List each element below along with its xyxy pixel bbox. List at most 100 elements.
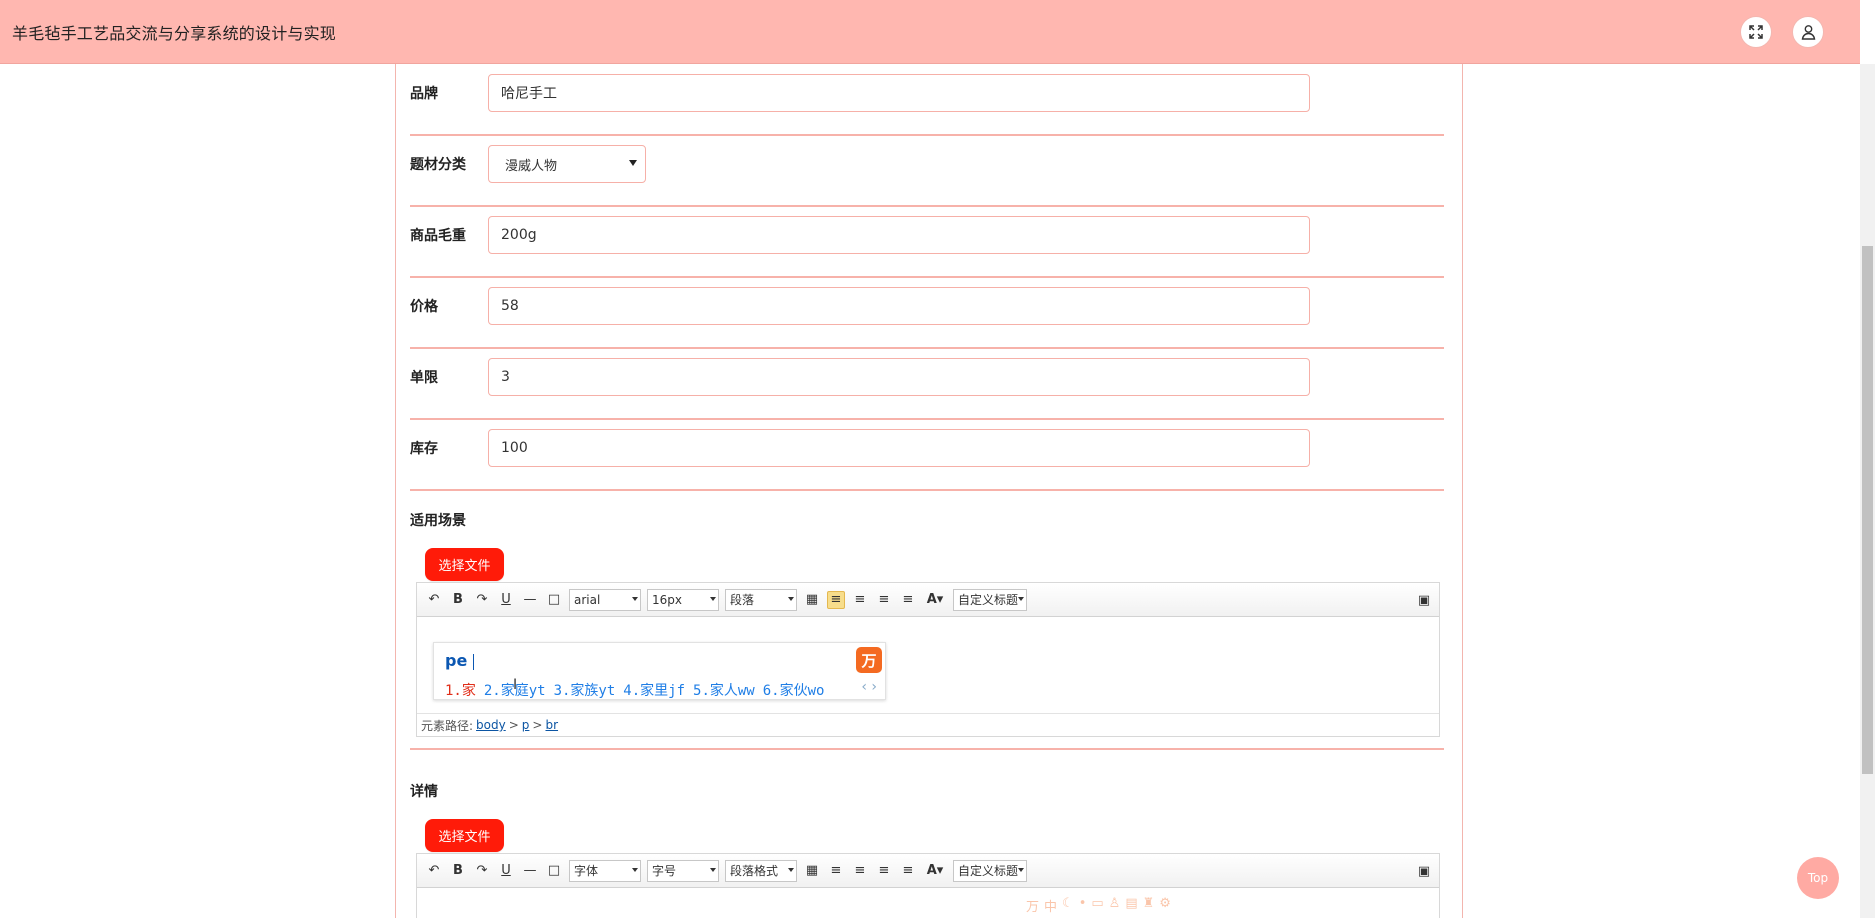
price-label: 价格 [410, 299, 438, 315]
chevron-down-icon [788, 596, 794, 601]
redo-icon[interactable]: ↷ [473, 862, 491, 880]
align-justify-icon[interactable]: ≡ [899, 862, 917, 880]
chevron-down-icon [710, 596, 716, 601]
custom-title-select[interactable]: 自定义标题 [953, 859, 1027, 882]
user-icon-svg [1801, 24, 1815, 40]
scene-file-button[interactable]: 选择文件 [425, 548, 504, 581]
redo-icon[interactable]: ↷ [473, 591, 491, 609]
ime-candidates: 1.家 2.家庭yt 3.家族yt 4.家里jf 5.家人ww 6.家伙wo [445, 680, 824, 700]
scene-editor-content[interactable]: pe I 万 1.家 2.家庭yt 3.家族yt 4.家里jf 5.家人ww 6… [417, 617, 1439, 736]
element-path-bar: 元素路径: body > p > br [417, 713, 1439, 736]
keyboard-icon: ▭ [1091, 896, 1104, 911]
category-selected-value: 漫威人物 [505, 158, 558, 174]
ime-candidate[interactable]: 1.家 [445, 680, 476, 700]
custom-title-select[interactable]: 自定义标题 [953, 588, 1027, 611]
horizontal-rule-icon[interactable]: — [521, 591, 539, 609]
align-left-icon[interactable]: ≡ [827, 862, 845, 880]
font-size-select[interactable]: 字号 [647, 859, 719, 882]
ime-status-toolbar: 万 中 ☾ • ▭ ♙ ▤ ♜ ⚙ [1026, 896, 1171, 915]
font-size-value: 16px [652, 592, 682, 607]
limit-label: 单限 [410, 370, 438, 386]
underline-icon[interactable]: U [497, 862, 515, 880]
paragraph-value: 段落格式 [730, 864, 779, 878]
ime-candidate[interactable]: 5.家人ww [693, 680, 755, 700]
bold-icon[interactable]: B [449, 591, 467, 609]
paragraph-select[interactable]: 段落 [725, 588, 797, 611]
chevron-down-icon [710, 867, 716, 872]
preview-icon[interactable]: ▣ [1415, 591, 1433, 609]
font-color-icon[interactable]: A ▾ [923, 591, 947, 609]
paragraph-value: 段落 [730, 593, 755, 607]
align-justify-icon[interactable]: ≡ [899, 591, 917, 609]
details-editor-content[interactable]: 万 中 ☾ • ▭ ♙ ▤ ♜ ⚙ [417, 888, 1439, 918]
font-family-value: arial [574, 592, 601, 607]
ime-candidate-window: pe I 万 1.家 2.家庭yt 3.家族yt 4.家里jf 5.家人ww 6… [433, 642, 886, 700]
paragraph-select[interactable]: 段落格式 [725, 859, 797, 882]
limit-input[interactable]: 3 [488, 358, 1310, 396]
expand-icon[interactable] [1740, 16, 1772, 48]
font-size-value: 字号 [652, 864, 677, 878]
align-center-icon[interactable]: ≡ [875, 862, 893, 880]
user-icon: ♙ [1108, 896, 1121, 911]
custom-title-value: 自定义标题 [958, 593, 1019, 607]
punctuation-icon: • [1078, 896, 1087, 911]
align-right-icon[interactable]: ≡ [851, 862, 869, 880]
weight-input[interactable]: 200g [488, 216, 1310, 254]
details-label: 详情 [410, 784, 438, 800]
ime-candidate[interactable]: 6.家伙wo [763, 680, 825, 700]
path-body-link[interactable]: body [476, 718, 506, 732]
undo-icon[interactable]: ↶ [425, 591, 443, 609]
app-title: 羊毛毡手工艺品交流与分享系统的设计与实现 [12, 23, 337, 43]
ime-candidate[interactable]: 2.家庭yt [484, 680, 546, 700]
stock-label: 库存 [410, 441, 438, 457]
stock-field: 库存 100 [410, 429, 1444, 491]
page-scrollbar[interactable] [1860, 64, 1875, 918]
ime-candidate[interactable]: 3.家族yt [554, 680, 616, 700]
font-size-select[interactable]: 16px [647, 588, 719, 611]
font-color-icon[interactable]: A ▾ [923, 862, 947, 880]
chevron-down-icon [1018, 596, 1024, 601]
details-rich-editor[interactable]: ↶ B ↷ U — □ 字体 字号 段落格式 ▦ ≡ ≡ ≡ ≡ A ▾ 自定义… [416, 853, 1440, 918]
form-container: 品牌 哈尼手工 题材分类 漫威人物 商品毛重 200g 价格 58 单限 3 库… [395, 64, 1463, 918]
top-navbar: 羊毛毡手工艺品交流与分享系统的设计与实现 [0, 0, 1860, 64]
ime-candidate[interactable]: 4.家里jf [623, 680, 685, 700]
path-separator: > [508, 718, 519, 732]
align-center-icon[interactable]: ≡ [875, 591, 893, 609]
align-left-icon[interactable]: ≡ [827, 590, 845, 609]
preview-icon[interactable]: ▣ [1415, 862, 1433, 880]
user-icon[interactable] [1792, 16, 1824, 48]
category-select[interactable]: 漫威人物 [488, 145, 646, 183]
font-family-select[interactable]: 字体 [569, 859, 641, 882]
ime-page-arrows[interactable]: ‹ › [861, 679, 877, 695]
align-right-icon[interactable]: ≡ [851, 591, 869, 609]
horizontal-rule-icon[interactable]: — [521, 862, 539, 880]
skin-icon: ♜ [1142, 896, 1155, 911]
undo-icon[interactable]: ↶ [425, 862, 443, 880]
details-file-button[interactable]: 选择文件 [425, 819, 504, 852]
path-p-link[interactable]: p [522, 718, 530, 732]
category-field: 题材分类 漫威人物 [410, 145, 1444, 207]
document-icon[interactable]: □ [545, 591, 563, 609]
clipboard-icon: ▤ [1125, 896, 1138, 911]
limit-field: 单限 3 [410, 358, 1444, 420]
scene-rich-editor[interactable]: ↶ B ↷ U — □ arial 16px 段落 ▦ ≡ ≡ ≡ ≡ A ▾ … [416, 582, 1440, 737]
path-br-link[interactable]: br [545, 718, 558, 732]
bold-icon[interactable]: B [449, 862, 467, 880]
scene-label: 适用场景 [410, 513, 466, 529]
stock-input[interactable]: 100 [488, 429, 1310, 467]
scrollbar-thumb[interactable] [1862, 246, 1873, 774]
topbar-actions [1740, 16, 1824, 48]
ime-logo-icon: 万 [1026, 900, 1040, 915]
weight-label: 商品毛重 [410, 228, 466, 244]
back-to-top-button[interactable]: Top [1797, 857, 1839, 899]
table-icon[interactable]: ▦ [803, 591, 821, 609]
chevron-down-icon [629, 160, 637, 166]
document-icon[interactable]: □ [545, 862, 563, 880]
ime-logo-icon: 万 [856, 647, 882, 673]
price-input[interactable]: 58 [488, 287, 1310, 325]
scene-section-divider [410, 748, 1444, 750]
brand-input[interactable]: 哈尼手工 [488, 74, 1310, 112]
table-icon[interactable]: ▦ [803, 862, 821, 880]
font-family-select[interactable]: arial [569, 588, 641, 611]
underline-icon[interactable]: U [497, 591, 515, 609]
